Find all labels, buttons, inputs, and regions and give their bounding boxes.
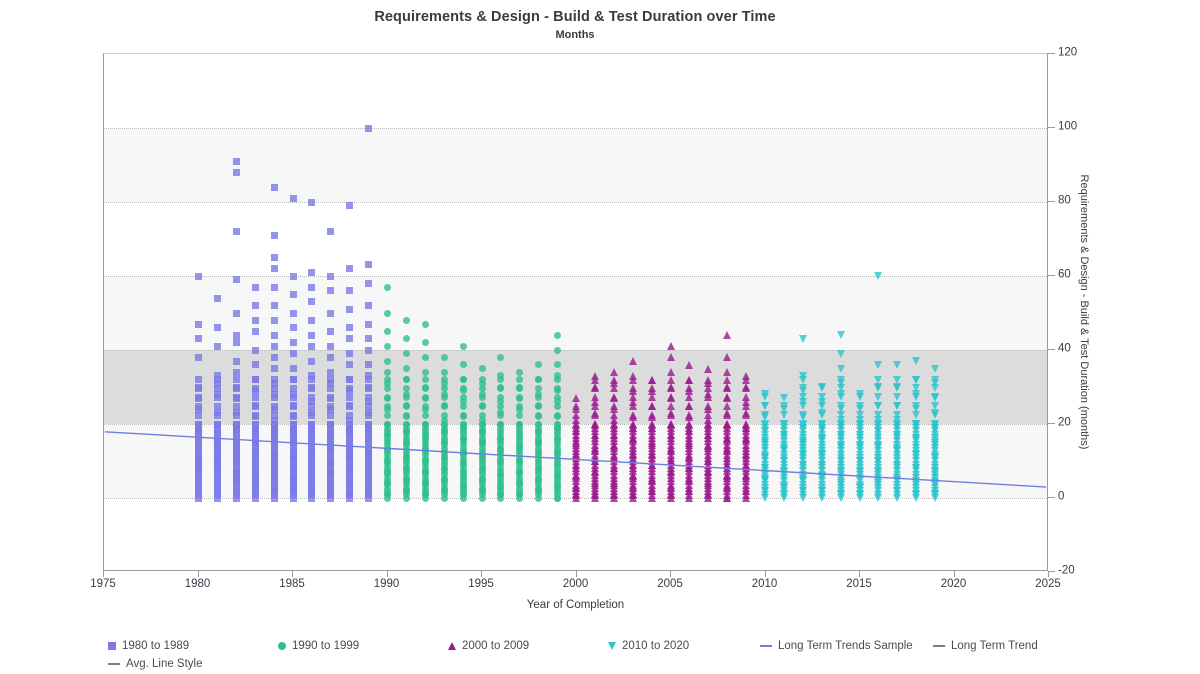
legend-item-label: 2000 to 2009 bbox=[462, 640, 530, 652]
legend-item-label: 1990 to 1999 bbox=[292, 640, 360, 652]
legend-triangle-down-marker bbox=[608, 642, 616, 650]
y-axis-tick-label: -20 bbox=[1058, 564, 1075, 577]
y-axis-tick-label: 20 bbox=[1058, 416, 1071, 429]
legend: 1980 to 1989 1990 to 1999 2000 to 2009 2010… bbox=[103, 636, 1063, 672]
x-axis-tick-label: 2010 bbox=[751, 578, 778, 590]
x-axis-tick-label: 1975 bbox=[90, 578, 116, 590]
y-axis-tick bbox=[1048, 201, 1055, 202]
plot-inner bbox=[104, 54, 1047, 570]
legend-triangle-up-marker bbox=[448, 642, 456, 650]
x-axis-tick-label: 2015 bbox=[846, 578, 872, 590]
legend-line-icon bbox=[760, 645, 772, 647]
x-axis-tick bbox=[575, 571, 577, 577]
y-axis-tick bbox=[1048, 497, 1055, 498]
x-axis-tick-label: 2005 bbox=[657, 578, 683, 590]
x-axis-tick-label: 1985 bbox=[279, 578, 305, 590]
y-axis-tick bbox=[1048, 349, 1055, 350]
x-axis-tick-label: 1990 bbox=[373, 578, 400, 590]
x-axis-tick bbox=[197, 571, 199, 577]
legend-item[interactable]: Long Term Trend bbox=[933, 640, 1038, 652]
legend-item[interactable]: 2010 to 2020 bbox=[608, 640, 689, 652]
legend-item-label: 1980 to 1989 bbox=[122, 640, 190, 652]
y-axis-tick bbox=[1048, 53, 1055, 54]
x-axis-tick-label: 2000 bbox=[562, 578, 589, 590]
page-title: Requirements & Design - Build & Test Dur… bbox=[374, 9, 776, 25]
chart-subtitle: Months bbox=[555, 29, 595, 41]
x-axis-tick bbox=[386, 571, 388, 577]
y-axis-tick bbox=[1048, 127, 1055, 128]
legend-item[interactable]: 2000 to 2009 bbox=[448, 640, 529, 652]
x-axis-tick-label: 1995 bbox=[468, 578, 494, 590]
legend-item[interactable]: Avg. Line Style bbox=[108, 658, 203, 670]
y-axis-tick bbox=[1048, 423, 1055, 424]
y-axis-title: Requirements & Design - Build & Test Dur… bbox=[1078, 174, 1090, 450]
x-axis-tick-label: 2025 bbox=[1035, 578, 1061, 590]
plot-area bbox=[103, 53, 1048, 571]
legend-item[interactable]: 1990 to 1999 bbox=[278, 640, 359, 652]
legend-item-label: 2010 to 2020 bbox=[622, 640, 690, 652]
x-axis-tick bbox=[859, 571, 860, 577]
x-axis-tick bbox=[953, 571, 955, 577]
x-axis-tick-label: 2020 bbox=[940, 578, 967, 590]
x-axis-tick-label: 1980 bbox=[184, 578, 211, 590]
legend-item-label: Avg. Line Style bbox=[126, 658, 203, 670]
legend-item[interactable]: 1980 to 1989 bbox=[108, 640, 189, 652]
legend-item-label: Long Term Trends Sample bbox=[778, 640, 913, 652]
y-axis-tick-label: 80 bbox=[1058, 194, 1071, 207]
y-axis-tick bbox=[1048, 275, 1055, 276]
x-axis-tick bbox=[292, 571, 293, 577]
legend-line-icon bbox=[108, 663, 120, 665]
y-axis-tick-label: 40 bbox=[1058, 342, 1071, 355]
y-axis-tick-label: 60 bbox=[1058, 268, 1071, 281]
x-axis-title: Year of Completion bbox=[526, 599, 625, 611]
x-axis-tick bbox=[670, 571, 671, 577]
x-axis-tick bbox=[103, 571, 104, 577]
legend-square-marker bbox=[108, 642, 116, 650]
legend-circle-marker bbox=[278, 642, 286, 650]
trend-line-layer bbox=[104, 431, 1047, 488]
y-axis-tick-label: 0 bbox=[1058, 490, 1065, 503]
legend-item[interactable]: Long Term Trends Sample bbox=[760, 640, 913, 652]
y-axis-tick bbox=[1048, 571, 1055, 572]
x-axis-tick bbox=[764, 571, 766, 577]
x-axis-tick bbox=[481, 571, 482, 577]
legend-item-label: Long Term Trend bbox=[951, 640, 1038, 652]
trend-line bbox=[104, 431, 1047, 488]
legend-line-icon bbox=[933, 645, 945, 647]
